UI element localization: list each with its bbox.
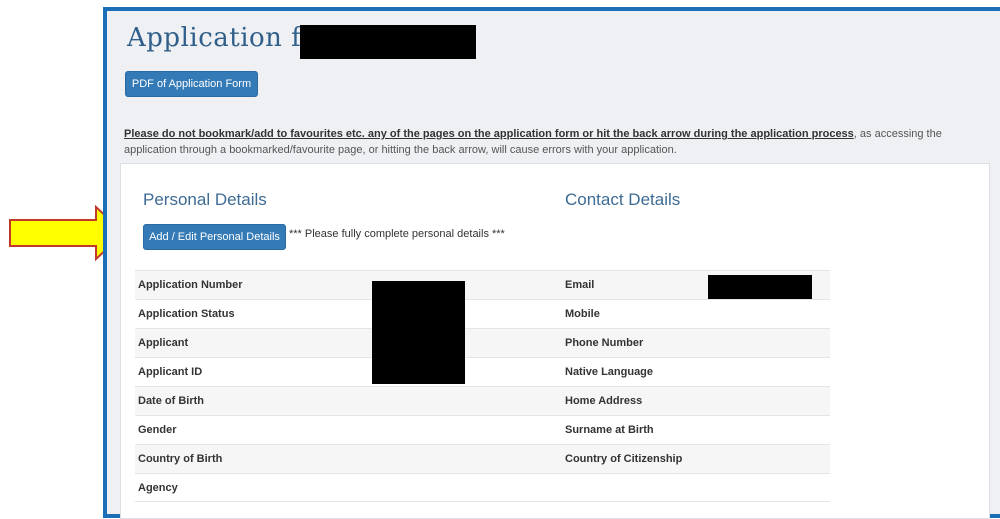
redacted-applicant-name — [300, 25, 476, 59]
field-label: Phone Number — [565, 337, 644, 349]
table-row: Country of Birth Country of Citizenship — [135, 444, 830, 473]
bookmark-warning: Please do not bookmark/add to favourites… — [124, 126, 994, 158]
application-frame: Application for PDF of Application Form … — [103, 7, 1000, 519]
field-label: Mobile — [565, 308, 600, 320]
table-row: Application Status Mobile — [135, 299, 830, 328]
field-label: Gender — [138, 424, 177, 436]
field-label: Date of Birth — [138, 395, 204, 407]
table-row: Applicant Phone Number — [135, 328, 830, 357]
field-label: Email — [565, 279, 595, 291]
details-table: Application Number Email Application Sta… — [135, 270, 830, 502]
bookmark-warning-bold: Please do not bookmark/add to favourites… — [124, 128, 854, 140]
details-panel: Personal Details Contact Details Add / E… — [120, 163, 990, 519]
field-label: Application Number — [138, 279, 243, 291]
redacted-email-value — [708, 275, 812, 299]
table-row: Applicant ID Native Language — [135, 357, 830, 386]
field-label: Applicant — [138, 337, 189, 349]
field-label: Native Language — [565, 366, 654, 378]
field-label: Home Address — [565, 395, 643, 407]
pdf-application-form-button[interactable]: PDF of Application Form — [125, 71, 258, 97]
redacted-personal-values — [372, 281, 465, 384]
field-label: Agency — [138, 482, 178, 494]
field-label: Surname at Birth — [565, 424, 654, 436]
add-edit-personal-details-button[interactable]: Add / Edit Personal Details — [143, 224, 286, 250]
table-row: Gender Surname at Birth — [135, 415, 830, 444]
field-label: Country of Citizenship — [565, 453, 683, 465]
field-label: Country of Birth — [138, 453, 223, 465]
personal-details-heading: Personal Details — [143, 190, 267, 209]
contact-details-heading: Contact Details — [565, 190, 681, 209]
table-row: Date of Birth Home Address — [135, 386, 830, 415]
field-label: Application Status — [138, 308, 235, 320]
field-label: Applicant ID — [138, 366, 203, 378]
table-row: Agency — [135, 473, 830, 502]
personal-details-requirement: *** Please fully complete personal detai… — [289, 228, 505, 240]
